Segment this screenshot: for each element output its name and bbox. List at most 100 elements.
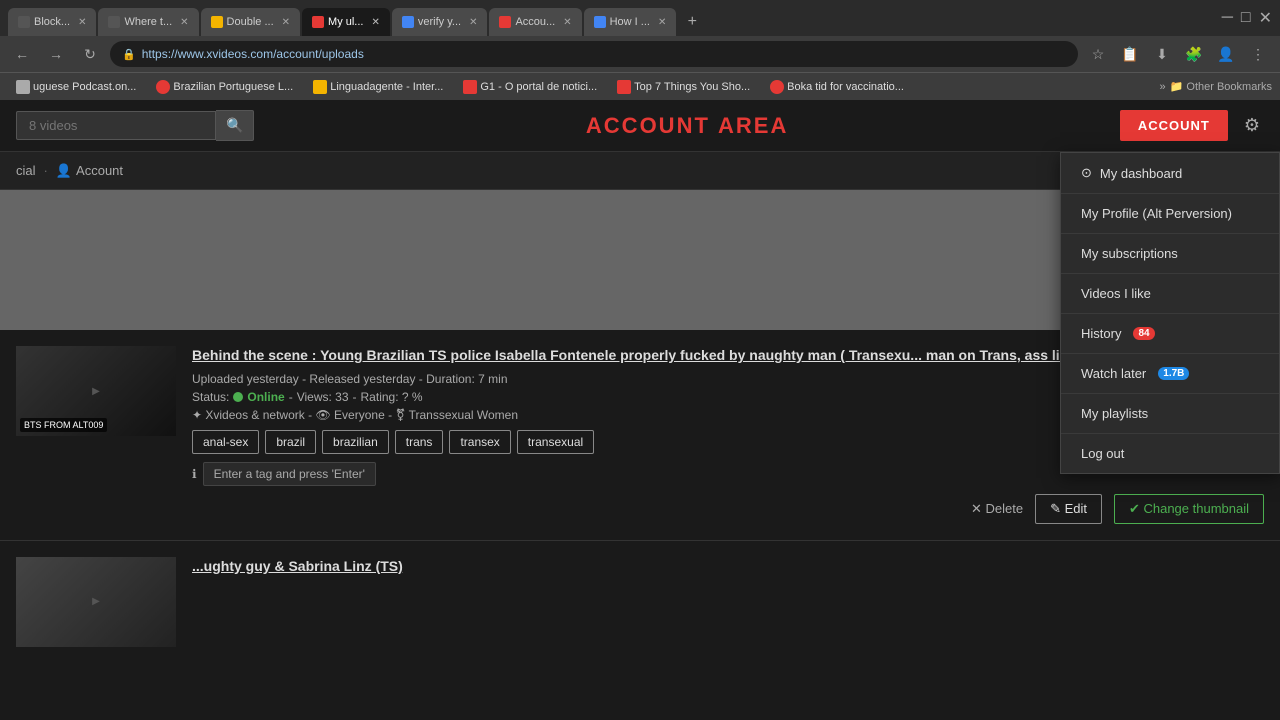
dropdown-item-playlists[interactable]: My playlists <box>1061 394 1279 434</box>
tag-anal-sex[interactable]: anal-sex <box>192 430 259 454</box>
search-input[interactable] <box>16 111 216 140</box>
tab-close-5[interactable]: ✕ <box>469 17 477 28</box>
logout-label: Log out <box>1081 446 1124 461</box>
category-icon: ⚧ <box>395 408 405 422</box>
tag-input-hint[interactable]: Enter a tag and press 'Enter' <box>203 462 376 486</box>
bookmark-item-4[interactable]: G1 - O portal de notici... <box>455 78 605 96</box>
maximize-button[interactable]: □ <box>1241 9 1251 27</box>
category-value: Transsexual Women <box>409 408 518 422</box>
settings-icon-button[interactable]: ⚙ <box>1240 111 1264 140</box>
bookmark-star-icon[interactable]: ☆ <box>1084 40 1112 68</box>
playlists-label: My playlists <box>1081 406 1148 421</box>
bookmark-item-3[interactable]: Linguadagente - Inter... <box>305 78 451 96</box>
profile-icon[interactable]: 👤 <box>1212 40 1240 68</box>
back-button[interactable]: ← <box>8 40 36 68</box>
video-thumbnail: ▶ BTS FROM ALT009 <box>16 346 176 436</box>
tag-trans[interactable]: trans <box>395 430 444 454</box>
tag-transexual[interactable]: transexual <box>517 430 594 454</box>
bookmark-label-3: Linguadagente - Inter... <box>330 81 443 93</box>
bookmark-favicon-4 <box>463 80 477 94</box>
subscriptions-label: My subscriptions <box>1081 246 1178 261</box>
tab-favicon-3 <box>211 16 223 28</box>
more-icon[interactable]: ⋮ <box>1244 40 1272 68</box>
browser-tab-5[interactable]: verify y... ✕ <box>392 8 488 36</box>
audience-icon: 👁 <box>315 408 330 422</box>
browser-toolbar: ← → ↻ 🔒 https://www.xvideos.com/account/… <box>0 36 1280 72</box>
minimize-button[interactable]: ─ <box>1222 9 1233 27</box>
tab-close-7[interactable]: ✕ <box>658 17 666 28</box>
dropdown-item-profile[interactable]: My Profile (Alt Perversion) <box>1061 194 1279 234</box>
bookmark-label-2: Brazilian Portuguese L... <box>173 81 293 93</box>
tag-transex[interactable]: transex <box>449 430 510 454</box>
status-value: Online <box>247 390 284 404</box>
bookmark-item-5[interactable]: Top 7 Things You Sho... <box>609 78 758 96</box>
breadcrumb-account[interactable]: Account <box>76 163 123 178</box>
dropdown-item-subscriptions[interactable]: My subscriptions <box>1061 234 1279 274</box>
new-tab-button[interactable]: + <box>678 8 706 36</box>
breadcrumb-social[interactable]: cial <box>16 163 36 178</box>
bookmark-item-6[interactable]: Boka tid for vaccinatio... <box>762 78 912 96</box>
browser-tab-7[interactable]: How I ... ✕ <box>584 8 677 36</box>
refresh-button[interactable]: ↻ <box>76 40 104 68</box>
dropdown-item-watch-later[interactable]: Watch later 1.7B <box>1061 354 1279 394</box>
reading-list-icon[interactable]: 📋 <box>1116 40 1144 68</box>
delete-link[interactable]: ✕ Delete <box>971 501 1023 517</box>
bookmark-favicon-1 <box>16 80 30 94</box>
bookmarks-more[interactable]: » 📁 Other Bookmarks <box>1160 80 1272 93</box>
bookmark-item-2[interactable]: Brazilian Portuguese L... <box>148 78 301 96</box>
extensions-icon[interactable]: 🧩 <box>1180 40 1208 68</box>
browser-tab-6[interactable]: Accou... ✕ <box>489 8 581 36</box>
address-text: https://www.xvideos.com/account/uploads <box>142 47 364 61</box>
browser-tab-4[interactable]: My ul... ✕ <box>302 8 390 36</box>
tab-label-1: Block... <box>34 16 70 28</box>
tab-label-5: verify y... <box>418 16 461 28</box>
bookmark-label-6: Boka tid for vaccinatio... <box>787 81 904 93</box>
watch-later-label: Watch later <box>1081 366 1146 381</box>
tag-info-icon: ℹ <box>192 467 197 481</box>
dropdown-item-dashboard[interactable]: ⊙ My dashboard <box>1061 153 1279 194</box>
browser-tab-1[interactable]: Block... ✕ <box>8 8 96 36</box>
tab-close-3[interactable]: ✕ <box>282 17 290 28</box>
change-thumbnail-button[interactable]: ✔ Change thumbnail <box>1114 494 1264 524</box>
address-bar[interactable]: 🔒 https://www.xvideos.com/account/upload… <box>110 41 1078 67</box>
tag-brazilian[interactable]: brazilian <box>322 430 389 454</box>
audience-value: Everyone <box>334 408 385 422</box>
browser-title-bar: Block... ✕ Where t... ✕ Double ... ✕ My … <box>0 0 1280 36</box>
status-dot <box>233 392 243 402</box>
browser-tab-3[interactable]: Double ... ✕ <box>201 8 300 36</box>
tab-label-6: Accou... <box>515 16 555 28</box>
profile-label: My Profile (Alt Perversion) <box>1081 206 1232 221</box>
tab-label-4: My ul... <box>328 16 363 28</box>
edit-button[interactable]: ✎ Edit <box>1035 494 1102 524</box>
search-form: 🔍 <box>16 110 254 141</box>
download-icon[interactable]: ⬇ <box>1148 40 1176 68</box>
thumbnail-label: BTS FROM ALT009 <box>20 418 107 432</box>
tab-favicon-5 <box>402 16 414 28</box>
history-label: History <box>1081 326 1121 341</box>
tab-close-6[interactable]: ✕ <box>563 17 571 28</box>
browser-chrome: Block... ✕ Where t... ✕ Double ... ✕ My … <box>0 0 1280 100</box>
dropdown-item-logout[interactable]: Log out <box>1061 434 1279 473</box>
bookmark-item-1[interactable]: uguese Podcast.on... <box>8 78 144 96</box>
title-accent: AREA <box>718 113 788 138</box>
tab-favicon-2 <box>108 16 120 28</box>
tab-close-1[interactable]: ✕ <box>78 17 86 28</box>
video-title-2[interactable]: ...ughty guy & Sabrina Linz (TS) <box>192 557 1264 577</box>
tab-close-2[interactable]: ✕ <box>180 17 188 28</box>
tab-close-4[interactable]: ✕ <box>371 17 379 28</box>
dropdown-item-history[interactable]: History 84 <box>1061 314 1279 354</box>
browser-tab-2[interactable]: Where t... ✕ <box>98 8 198 36</box>
close-button[interactable]: ✕ <box>1259 8 1272 28</box>
thumbnail-placeholder-2: ▶ <box>92 596 100 607</box>
tag-brazil[interactable]: brazil <box>265 430 316 454</box>
account-button[interactable]: ACCOUNT <box>1120 110 1228 141</box>
other-bookmarks-label: 📁 Other Bookmarks <box>1170 80 1272 93</box>
video-info-2: ...ughty guy & Sabrina Linz (TS) <box>192 557 1264 647</box>
watch-later-badge: 1.7B <box>1158 367 1189 380</box>
forward-button[interactable]: → <box>42 40 70 68</box>
status-separator: - <box>289 390 293 404</box>
videos-like-label: Videos I like <box>1081 286 1151 301</box>
dropdown-item-videos-like[interactable]: Videos I like <box>1061 274 1279 314</box>
search-button[interactable]: 🔍 <box>216 110 254 141</box>
site-header: 🔍 ACCOUNT AREA ACCOUNT ⚙ <box>0 100 1280 152</box>
